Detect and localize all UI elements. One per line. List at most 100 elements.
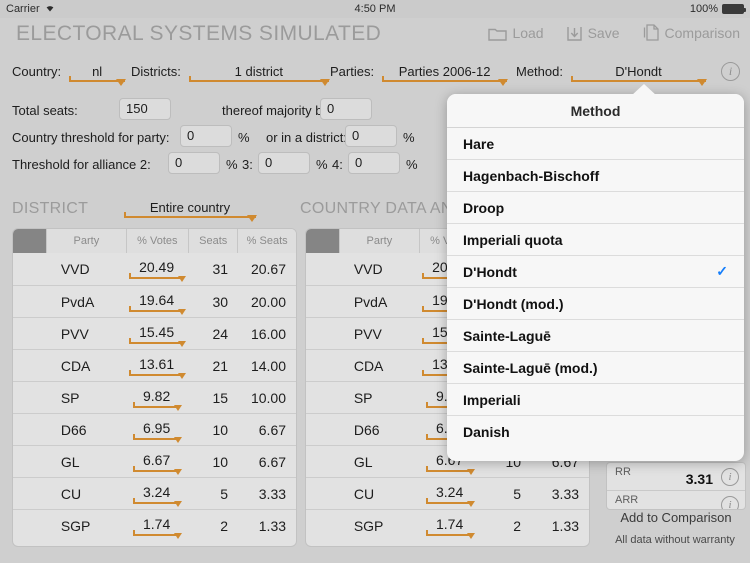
row-handle[interactable]	[306, 510, 340, 542]
row-handle[interactable]	[306, 478, 340, 510]
method-underline	[570, 76, 706, 82]
chevron-down-icon	[498, 79, 509, 86]
popover-item[interactable]: Hagenbach-Bischoff	[447, 160, 744, 192]
cell-votes[interactable]: 20.49	[127, 253, 189, 285]
cell-votes[interactable]: 6.95	[127, 414, 189, 446]
column-header-pct-seats[interactable]: % Seats	[238, 229, 296, 253]
comparison-button[interactable]: Comparison	[642, 24, 740, 42]
table-row[interactable]: CU 3.24 5 3.33	[13, 477, 296, 509]
district-scope-value: Entire country	[149, 200, 231, 215]
popover-item[interactable]: Imperiali	[447, 384, 744, 416]
districts-select[interactable]: 1 district	[188, 64, 330, 86]
method-select[interactable]: D'Hondt	[570, 64, 707, 86]
district-scope-underline	[124, 212, 256, 218]
popover-item[interactable]: Droop	[447, 192, 744, 224]
alliance-threshold-label: Threshold for alliance 2:	[12, 157, 151, 172]
cell-votes[interactable]: 9.82	[127, 382, 189, 414]
metric-info-icon-arr[interactable]: i	[721, 496, 739, 509]
chevron-down-icon	[178, 276, 187, 282]
alliance4-input[interactable]: 0	[348, 152, 400, 174]
table-row[interactable]: SP 9.82 15 10.00	[13, 381, 296, 413]
row-handle[interactable]	[13, 318, 47, 350]
row-handle[interactable]	[306, 414, 340, 446]
row-handle[interactable]	[306, 318, 340, 350]
metric-value-rr: 3.31	[685, 471, 713, 487]
metric-row-arr: ARR i	[607, 491, 745, 509]
district-scope-select[interactable]: Entire country	[124, 200, 257, 222]
popover-item[interactable]: Imperiali quota	[447, 224, 744, 256]
cell-pct-seats: 3.33	[551, 485, 580, 502]
total-seats-input[interactable]: 150	[119, 98, 171, 120]
popover-item[interactable]: Sainte-Laguē	[447, 320, 744, 352]
table-row[interactable]: D66 6.95 10 6.67	[13, 413, 296, 445]
votes-underline	[129, 337, 181, 344]
chevron-down-icon	[174, 500, 183, 507]
cell-votes[interactable]: 1.74	[420, 510, 482, 542]
load-button[interactable]: Load	[488, 25, 544, 42]
table-row[interactable]: SGP 1.74 2 1.33	[306, 509, 589, 541]
row-handle[interactable]	[306, 382, 340, 414]
save-button[interactable]: Save	[566, 25, 620, 42]
add-to-comparison-button[interactable]: Add to Comparison	[606, 510, 746, 525]
column-header-party[interactable]: Party	[340, 229, 420, 253]
chevron-down-icon	[696, 79, 707, 86]
parties-value: Parties 2006-12	[398, 64, 491, 79]
popover-item[interactable]: Danish	[447, 416, 744, 448]
check-icon: ✓	[716, 263, 728, 279]
popover-item[interactable]: Sainte-Laguē (mod.)	[447, 352, 744, 384]
table-row[interactable]: SGP 1.74 2 1.33	[13, 509, 296, 541]
row-handle[interactable]	[13, 350, 47, 382]
alliance2-input[interactable]: 0	[168, 152, 220, 174]
popover-item[interactable]: D'Hondt ✓	[447, 256, 744, 288]
cell-party: CDA	[353, 357, 384, 374]
cell-votes[interactable]: 6.67	[127, 446, 189, 478]
majority-bonus-input[interactable]: 0	[320, 98, 372, 120]
popover-item[interactable]: Hare	[447, 128, 744, 160]
row-handle[interactable]	[306, 446, 340, 478]
table-row[interactable]: GL 6.67 10 6.67	[13, 445, 296, 477]
cell-party: D66	[60, 421, 87, 438]
popover-item[interactable]: D'Hondt (mod.)	[447, 288, 744, 320]
row-handle[interactable]	[13, 286, 47, 318]
table-row[interactable]: VVD 20.49 31 20.67	[13, 253, 296, 285]
cell-party: VVD	[353, 261, 383, 277]
column-header-seats[interactable]: Seats	[189, 229, 239, 253]
row-handle[interactable]	[13, 382, 47, 414]
country-threshold-input[interactable]: 0	[180, 125, 232, 147]
row-handle[interactable]	[13, 478, 47, 510]
cell-votes[interactable]: 15.45	[127, 318, 189, 350]
cell-votes[interactable]: 3.24	[420, 478, 482, 510]
row-handle[interactable]	[13, 253, 47, 285]
row-handle[interactable]	[13, 446, 47, 478]
cell-seats: 5	[513, 485, 522, 502]
cell-pct-seats: 6.67	[258, 453, 287, 470]
alliance3-input[interactable]: 0	[258, 152, 310, 174]
row-handle[interactable]	[13, 510, 47, 542]
country-select[interactable]: nl	[69, 64, 127, 86]
row-handle[interactable]	[13, 414, 47, 446]
table-row[interactable]: PvdA 19.64 30 20.00	[13, 285, 296, 317]
district-section-title: DISTRICT	[12, 200, 89, 217]
metric-info-icon-rr[interactable]: i	[721, 468, 739, 486]
row-handle[interactable]	[306, 253, 340, 285]
cell-votes[interactable]: 3.24	[127, 478, 189, 510]
row-handle-header[interactable]	[13, 229, 48, 253]
cell-votes[interactable]: 13.61	[127, 350, 189, 382]
column-header-votes[interactable]: % Votes	[126, 229, 190, 253]
cell-votes-value: 3.24	[142, 483, 171, 500]
table-row[interactable]: CDA 13.61 21 14.00	[13, 349, 296, 381]
cell-votes[interactable]: 1.74	[127, 510, 189, 542]
table-row[interactable]: PVV 15.45 24 16.00	[13, 317, 296, 349]
district-threshold-input[interactable]: 0	[345, 125, 397, 147]
info-button[interactable]: i	[721, 62, 740, 81]
cell-party: SGP	[60, 517, 91, 534]
column-header-party[interactable]: Party	[47, 229, 127, 253]
row-handle[interactable]	[306, 350, 340, 382]
table-row[interactable]: CU 3.24 5 3.33	[306, 477, 589, 509]
votes-underline	[425, 497, 470, 504]
row-handle[interactable]	[306, 286, 340, 318]
row-handle-header[interactable]	[306, 229, 341, 253]
comparison-label: Comparison	[664, 25, 740, 41]
cell-votes[interactable]: 19.64	[127, 286, 189, 318]
parties-select[interactable]: Parties 2006-12	[382, 64, 509, 86]
